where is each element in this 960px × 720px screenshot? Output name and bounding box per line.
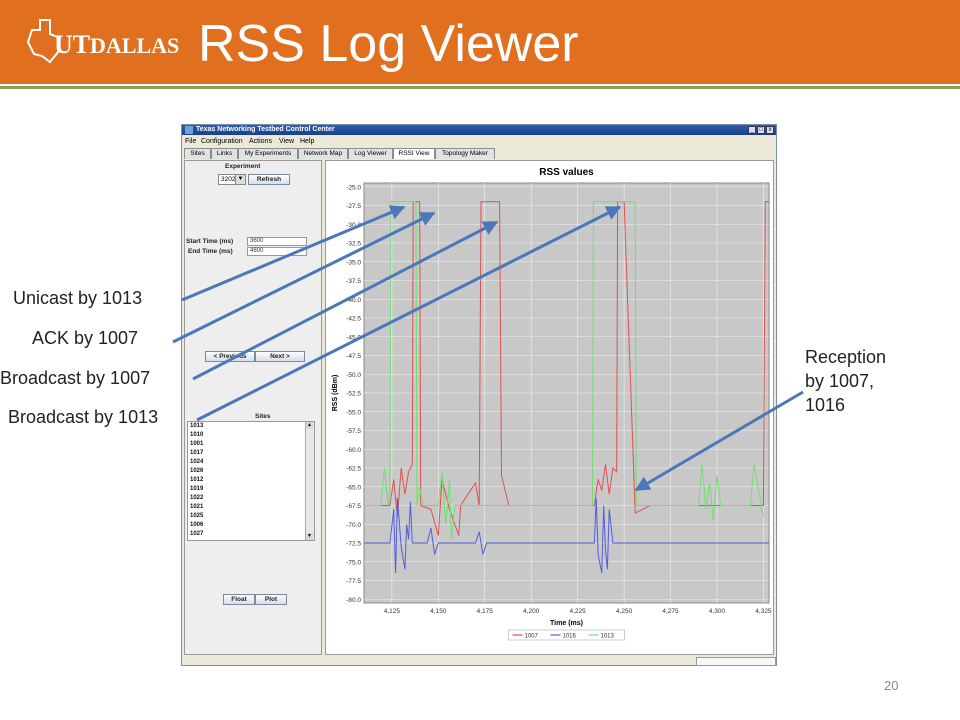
slide-number: 20 bbox=[884, 678, 899, 693]
annotation-broadcast-1007: Broadcast by 1007 bbox=[0, 368, 151, 388]
annotation-reception-line-1: Reception bbox=[805, 347, 887, 367]
arrow-broadcast-1007 bbox=[192, 220, 499, 381]
annotation-broadcast-1013: Broadcast by 1013 bbox=[8, 407, 159, 427]
annotation-ack: ACK by 1007 bbox=[32, 328, 139, 348]
annotation-reception-line-3: 1016 bbox=[805, 395, 846, 415]
arrow-broadcast-1013 bbox=[196, 205, 622, 422]
arrow-reception bbox=[634, 390, 804, 492]
annotation-reception: Reception by 1007, 1016 bbox=[805, 345, 886, 417]
annotation-reception-line-2: by 1007, bbox=[805, 371, 875, 391]
annotation-unicast: Unicast by 1013 bbox=[13, 288, 143, 308]
